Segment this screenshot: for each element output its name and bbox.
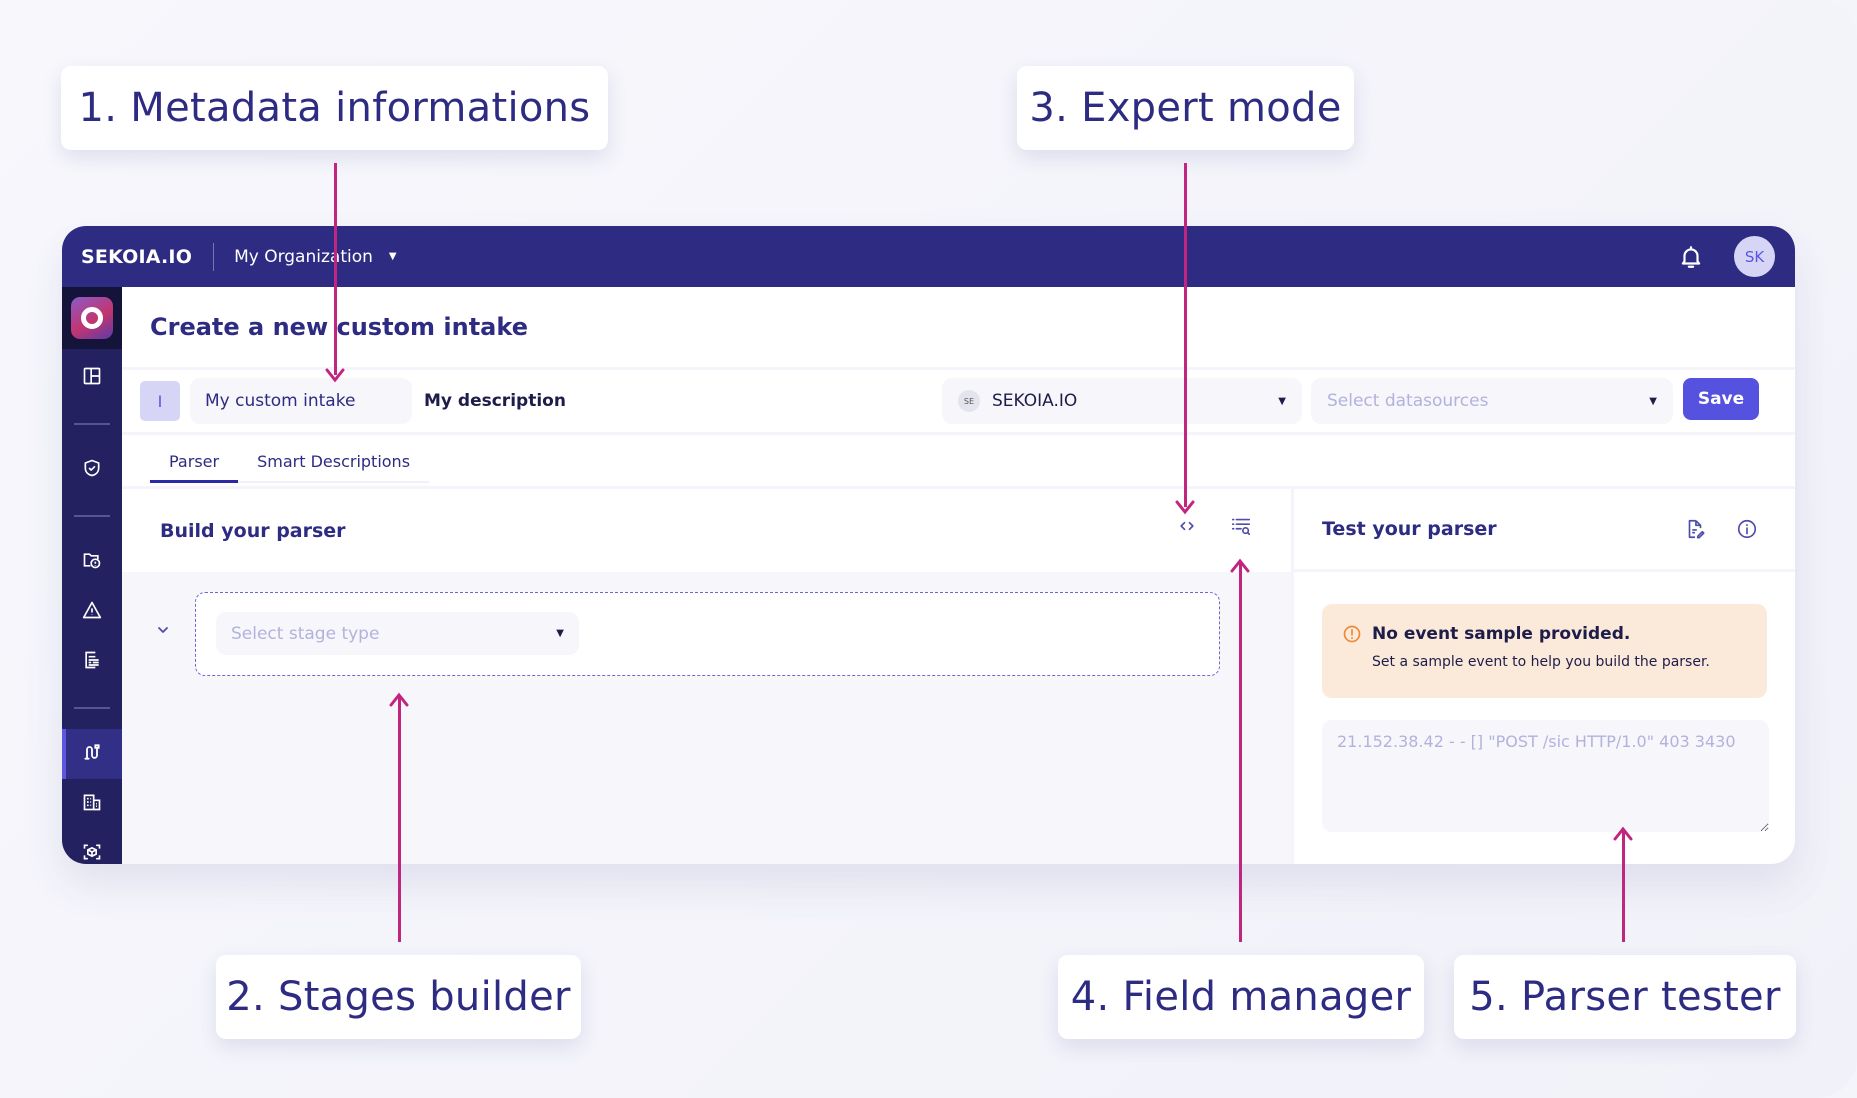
arrow-down-icon xyxy=(1174,493,1196,515)
arrow-up-icon xyxy=(1612,826,1634,848)
organization-switcher[interactable]: My Organization ▼ xyxy=(234,247,397,267)
arrow-metadata xyxy=(334,163,337,375)
app-logo-cell[interactable] xyxy=(62,287,122,349)
callout-expert-mode: 3. Expert mode xyxy=(1017,66,1354,150)
sidebar-item-dashboard[interactable] xyxy=(62,353,122,403)
callout-metadata-informations: 1. Metadata informations xyxy=(61,66,608,150)
vendor-select[interactable]: SE SEKOIA.IO ▼ xyxy=(942,378,1302,424)
sidebar xyxy=(62,287,122,864)
shield-check-icon xyxy=(82,458,102,482)
alert-text: Set a sample event to help you build the… xyxy=(1372,654,1710,670)
intake-icon-picker[interactable]: I xyxy=(140,381,180,421)
parser-tester-panel: Test your parser No event sample provide… xyxy=(1291,489,1795,864)
plug-cable-icon xyxy=(82,742,102,766)
top-navigation-bar: SEKOIA.IO My Organization ▼ SK xyxy=(62,226,1795,287)
stage-card: Select stage type ▼ xyxy=(195,592,1220,676)
stage-type-placeholder: Select stage type xyxy=(231,623,380,644)
sidebar-divider xyxy=(74,423,110,425)
intake-description-input[interactable] xyxy=(420,378,820,424)
app-logo-icon xyxy=(71,297,113,339)
building-icon xyxy=(82,792,102,816)
expert-mode-button[interactable] xyxy=(1175,516,1199,540)
caret-down-icon: ▼ xyxy=(1649,395,1657,407)
vendor-badge: SE xyxy=(958,390,980,412)
folder-alert-icon xyxy=(82,550,102,574)
main-content: Create a new custom intake I SE SEKOIA.I… xyxy=(122,287,1795,864)
callout-parser-tester: 5. Parser tester xyxy=(1454,955,1796,1039)
arrow-stages-builder xyxy=(398,697,401,942)
stage-type-select[interactable]: Select stage type ▼ xyxy=(216,612,579,655)
no-sample-alert: No event sample provided. Set a sample e… xyxy=(1322,604,1767,698)
vendor-select-value: SEKOIA.IO xyxy=(992,391,1078,411)
cube-scan-icon xyxy=(82,842,102,864)
avatar-initials: SK xyxy=(1744,247,1765,266)
sidebar-item-intakes[interactable] xyxy=(62,729,122,779)
caret-down-icon: ▼ xyxy=(388,251,397,262)
builder-title: Build your parser xyxy=(160,519,346,542)
sidebar-item-events[interactable] xyxy=(62,637,122,687)
tab-bar: Parser Smart Descriptions xyxy=(150,452,430,483)
tester-title: Test your parser xyxy=(1322,518,1497,540)
sidebar-item-cases[interactable] xyxy=(62,537,122,587)
metadata-row: I SE SEKOIA.IO ▼ Select datasources ▼ Sa… xyxy=(122,367,1795,435)
callout-field-manager: 4. Field manager xyxy=(1058,955,1424,1039)
tab-parser[interactable]: Parser xyxy=(150,452,239,483)
warning-triangle-icon xyxy=(82,600,102,624)
sidebar-item-entities[interactable] xyxy=(62,779,122,829)
event-sample-input[interactable] xyxy=(1322,720,1769,832)
intake-icon-letter: I xyxy=(157,391,163,411)
field-manager-button[interactable] xyxy=(1229,516,1253,540)
bell-icon[interactable] xyxy=(1678,244,1704,270)
document-list-icon xyxy=(82,650,102,674)
app-window: SEKOIA.IO My Organization ▼ SK Create a … xyxy=(62,226,1795,864)
code-brackets-icon xyxy=(1177,516,1197,540)
page-title: Create a new custom intake xyxy=(150,313,528,341)
chevron-down-icon[interactable] xyxy=(155,622,171,638)
sidebar-item-assets[interactable] xyxy=(62,829,122,864)
callout-stages-builder: 2. Stages builder xyxy=(216,955,581,1039)
parser-builder-panel: Build your parser Select stage type ▼ xyxy=(122,489,1291,864)
stages-area: Select stage type ▼ xyxy=(122,572,1291,864)
alert-title: No event sample provided. xyxy=(1372,624,1631,644)
sidebar-item-alerts[interactable] xyxy=(62,587,122,637)
warning-circle-icon xyxy=(1342,624,1362,644)
arrow-down-icon xyxy=(324,361,346,383)
arrow-field-manager xyxy=(1239,563,1242,942)
caret-down-icon: ▼ xyxy=(556,628,564,639)
arrow-up-icon xyxy=(1229,558,1251,580)
sidebar-divider xyxy=(74,515,110,517)
topbar-divider xyxy=(213,242,215,271)
save-button[interactable]: Save xyxy=(1683,378,1759,420)
caret-down-icon: ▼ xyxy=(1278,395,1286,407)
list-search-icon xyxy=(1230,515,1252,541)
organization-name: My Organization xyxy=(234,246,373,267)
brand-logo-text[interactable]: SEKOIA.IO xyxy=(81,246,192,268)
tab-smart-descriptions[interactable]: Smart Descriptions xyxy=(238,452,429,481)
sidebar-item-security[interactable] xyxy=(62,445,122,495)
user-avatar[interactable]: SK xyxy=(1734,236,1775,277)
datasources-placeholder: Select datasources xyxy=(1327,391,1489,411)
intake-name-input[interactable] xyxy=(190,378,412,424)
sidebar-divider xyxy=(74,707,110,709)
arrow-up-icon xyxy=(388,692,410,714)
layout-icon xyxy=(82,366,102,390)
info-icon[interactable] xyxy=(1735,517,1759,541)
edit-document-icon[interactable] xyxy=(1683,517,1707,541)
datasources-select[interactable]: Select datasources ▼ xyxy=(1311,378,1673,424)
arrow-expert-mode xyxy=(1184,163,1187,507)
